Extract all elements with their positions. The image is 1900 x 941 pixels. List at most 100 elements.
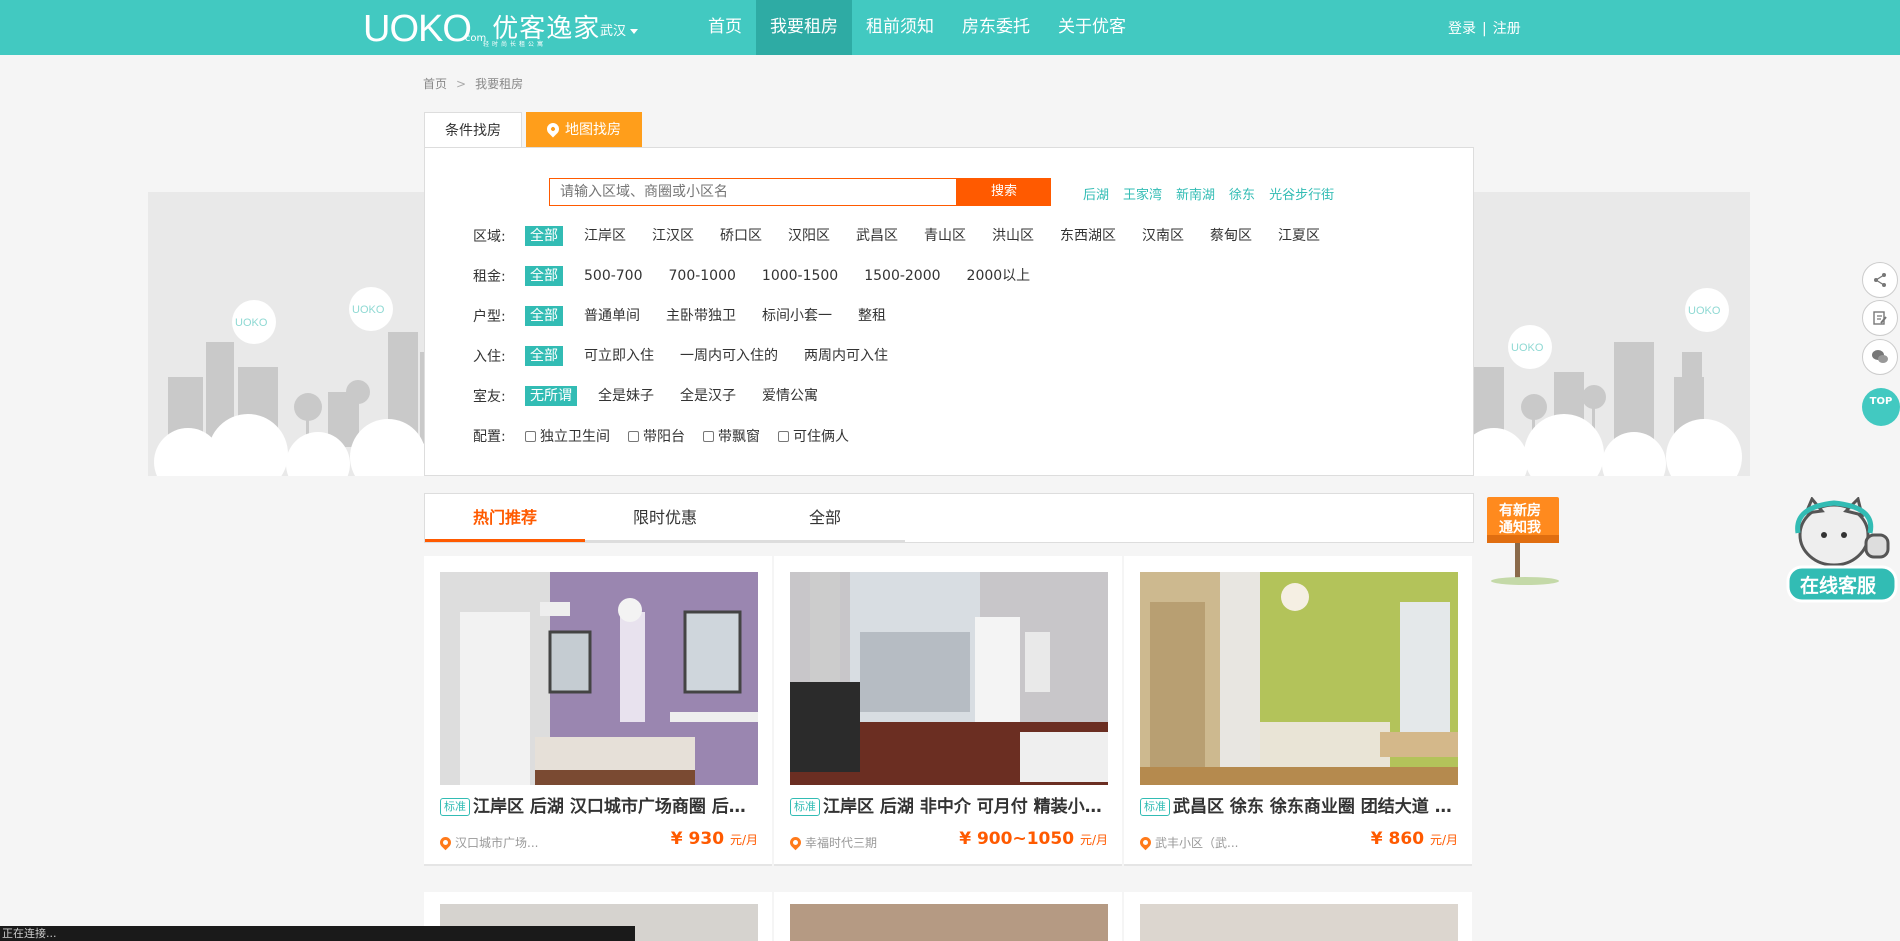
hot-link[interactable]: 光谷步行街 — [1269, 184, 1334, 203]
checkbox-box[interactable] — [628, 430, 639, 442]
filter-option[interactable]: 700-1000 — [664, 266, 741, 286]
config-checkbox[interactable]: 带飘窗 — [703, 426, 760, 446]
filter-option[interactable]: 全部 — [525, 346, 563, 366]
config-checkbox[interactable]: 带阳台 — [628, 426, 685, 446]
filter-row-config: 配置: 独立卫生间 带阳台 带飘窗 可住俩人 — [473, 426, 867, 446]
listing-title[interactable]: 标准 武昌区 徐东 徐东商业圈 团结大道 园... — [1140, 792, 1460, 817]
filter-option[interactable]: 全部 — [525, 266, 563, 286]
filter-panel: 搜索 后湖 王家湾 新南湖 徐东 光谷步行街 区域: 全部 江岸区 江汉区 硚口… — [424, 147, 1474, 476]
listing-title[interactable]: 标准 江岸区 后湖 汉口城市广场商圈 后湖... — [440, 792, 760, 817]
listing-card-partial[interactable] — [1124, 892, 1472, 941]
filter-option[interactable]: 全部 — [525, 306, 563, 326]
filter-option[interactable]: 汉南区 — [1137, 226, 1189, 246]
filter-option[interactable]: 标间小套一 — [757, 306, 837, 326]
tab-limited-offer[interactable]: 限时优惠 — [585, 494, 745, 542]
filter-option[interactable]: 2000以上 — [962, 266, 1036, 286]
filter-option[interactable]: 东西湖区 — [1055, 226, 1121, 246]
hot-link[interactable]: 新南湖 — [1176, 184, 1215, 203]
room-photo[interactable] — [790, 572, 1108, 785]
filter-option[interactable]: 一周内可入住的 — [675, 346, 783, 366]
filter-option[interactable]: 江岸区 — [579, 226, 631, 246]
filter-option[interactable]: 主卧带独卫 — [661, 306, 741, 326]
search-input[interactable] — [549, 178, 957, 206]
room-photo[interactable] — [1140, 572, 1458, 785]
config-checkbox[interactable]: 可住俩人 — [778, 426, 849, 446]
chevron-down-icon — [630, 29, 639, 34]
notify-new-house-sign[interactable]: 有新房 通知我 — [1485, 495, 1563, 589]
listing-location: 幸福时代三期 — [787, 834, 878, 851]
filter-option[interactable]: 洪山区 — [987, 226, 1039, 246]
nav-landlord[interactable]: 房东委托 — [948, 0, 1044, 55]
search-button[interactable]: 搜索 — [957, 178, 1051, 206]
hot-link[interactable]: 徐东 — [1229, 184, 1255, 203]
filter-option[interactable]: 爱情公寓 — [757, 386, 823, 406]
price-value: ¥ 860 — [1370, 829, 1425, 849]
nav-home[interactable]: 首页 — [694, 0, 756, 55]
checkbox-box[interactable] — [703, 430, 714, 442]
map-pin-icon — [544, 120, 562, 138]
share-icon-glyph — [1874, 273, 1886, 287]
room-photo[interactable] — [440, 572, 758, 785]
filter-option[interactable]: 可立即入住 — [579, 346, 659, 366]
share-icon[interactable] — [1862, 262, 1898, 298]
wechat-icon[interactable] — [1862, 339, 1898, 375]
checkbox-box[interactable] — [525, 430, 536, 442]
filter-option[interactable]: 蔡甸区 — [1205, 226, 1257, 246]
brand-bubble-right-2: UOKO — [1688, 305, 1721, 317]
back-to-top-button[interactable]: TOP — [1862, 388, 1900, 426]
nav-rent[interactable]: 我要租房 — [756, 0, 852, 55]
room-photo[interactable] — [790, 904, 1108, 941]
listing-card[interactable]: 标准 江岸区 后湖 汉口城市广场商圈 后湖... 汉口城市广场... ¥ 930 … — [424, 556, 772, 866]
filter-option[interactable]: 两周内可入住 — [799, 346, 893, 366]
breadcrumb-home[interactable]: 首页 — [423, 77, 447, 91]
filter-option[interactable]: 全是汉子 — [675, 386, 741, 406]
filter-option[interactable]: 江汉区 — [647, 226, 699, 246]
listing-price: ¥ 900~1050 元/月 — [959, 829, 1108, 849]
uoko-logo[interactable]: UOKO com 优客逸家 轻时尚长租公寓 — [363, 8, 600, 48]
tab-condition-search[interactable]: 条件找房 — [424, 112, 522, 148]
tab-hot-recommend[interactable]: 热门推荐 — [425, 494, 585, 542]
listing-card-partial[interactable] — [774, 892, 1122, 941]
filter-option[interactable]: 全是妹子 — [593, 386, 659, 406]
filter-option[interactable]: 青山区 — [919, 226, 971, 246]
tab-map-search[interactable]: 地图找房 — [526, 112, 642, 148]
logo-text: UOKO — [363, 8, 472, 50]
filter-option[interactable]: 武昌区 — [851, 226, 903, 246]
hot-link[interactable]: 后湖 — [1083, 184, 1109, 203]
room-photo[interactable] — [1140, 904, 1458, 941]
location-text: 幸福时代三期 — [805, 836, 878, 850]
edit-icon[interactable] — [1862, 300, 1898, 336]
filter-option[interactable]: 1000-1500 — [757, 266, 843, 286]
login-link[interactable]: 登录 — [1448, 21, 1476, 37]
filter-option[interactable]: 汉阳区 — [783, 226, 835, 246]
hot-link[interactable]: 王家湾 — [1123, 184, 1162, 203]
filter-option[interactable]: 江夏区 — [1273, 226, 1325, 246]
checkbox-box[interactable] — [778, 430, 789, 442]
filter-row-roommate: 室友: 无所谓 全是妹子 全是汉子 爱情公寓 — [473, 386, 839, 406]
filter-option[interactable]: 普通单间 — [579, 306, 645, 326]
filter-row-district: 区域: 全部 江岸区 江汉区 硚口区 汉阳区 武昌区 青山区 洪山区 东西湖区 … — [473, 226, 1341, 246]
listing-location: 武丰小区（武... — [1137, 834, 1238, 851]
nav-notice[interactable]: 租前须知 — [852, 0, 948, 55]
filter-option[interactable]: 1500-2000 — [859, 266, 945, 286]
register-link[interactable]: 注册 — [1493, 21, 1521, 37]
standard-tag: 标准 — [440, 798, 470, 816]
city-selector[interactable]: 武汉 — [600, 20, 639, 39]
listing-title[interactable]: 标准 江岸区 后湖 非中介 可月付 精装小户 ... — [790, 792, 1110, 817]
tab-all[interactable]: 全部 — [745, 494, 905, 542]
config-checkbox[interactable]: 独立卫生间 — [525, 426, 610, 446]
listing-card[interactable]: 标准 江岸区 后湖 非中介 可月付 精装小户 ... 幸福时代三期 ¥ 900~1… — [774, 556, 1122, 866]
filter-option[interactable]: 整租 — [853, 306, 891, 326]
listing-card[interactable]: 标准 武昌区 徐东 徐东商业圈 团结大道 园... 武丰小区（武... ¥ 860… — [1124, 556, 1472, 866]
filter-option[interactable]: 500-700 — [579, 266, 648, 286]
notify-line-2: 通知我 — [1499, 519, 1541, 536]
hot-search-links: 后湖 王家湾 新南湖 徐东 光谷步行街 — [1083, 184, 1334, 203]
location-pin-icon — [437, 834, 454, 851]
customer-service-label: 在线客服 — [1800, 574, 1877, 597]
filter-option[interactable]: 无所谓 — [525, 386, 577, 406]
nav-about[interactable]: 关于优客 — [1044, 0, 1140, 55]
filter-option[interactable]: 全部 — [525, 226, 563, 246]
online-customer-service[interactable]: 在线客服 — [1784, 496, 1900, 609]
listing-location: 汉口城市广场... — [437, 834, 538, 851]
filter-option[interactable]: 硚口区 — [715, 226, 767, 246]
